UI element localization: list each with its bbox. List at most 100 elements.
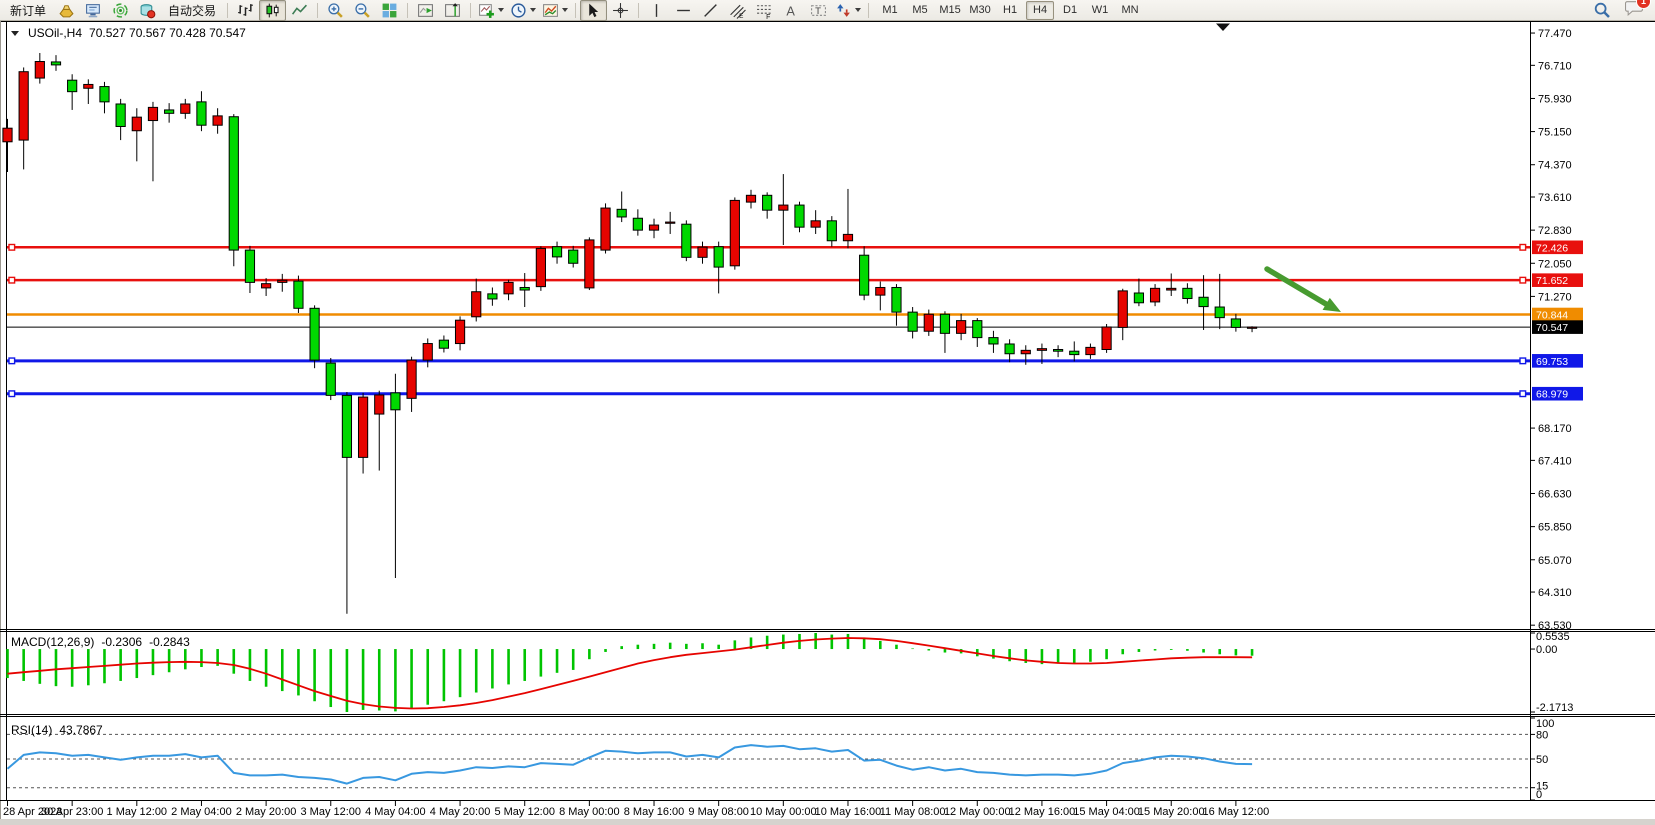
price-level-chip-label: 68.979 <box>1536 389 1568 401</box>
notifications-button[interactable]: 1 <box>1625 0 1644 22</box>
toolbar-separator <box>638 3 639 18</box>
timeframe-button-MN[interactable]: MN <box>1116 1 1144 20</box>
candlestick-down <box>310 308 319 360</box>
tile-windows-icon[interactable] <box>376 0 403 21</box>
auto-scroll-icon[interactable] <box>412 0 439 21</box>
price-axis-label: 76.710 <box>1538 60 1572 72</box>
market-icon[interactable] <box>134 0 161 21</box>
line-chart-icon[interactable] <box>286 0 313 21</box>
zoom-out-icon[interactable] <box>349 0 376 21</box>
chevron-down-icon <box>562 8 568 12</box>
price-axis-label: 67.410 <box>1538 455 1572 467</box>
time-axis-label: 10 May 00:00 <box>750 806 817 818</box>
rsi-axis-label: 0 <box>1536 789 1542 801</box>
time-axis-label: 15 May 04:00 <box>1073 806 1140 818</box>
text-icon[interactable]: A <box>778 0 805 21</box>
chevron-down-icon <box>530 8 536 12</box>
data-window-icon[interactable] <box>80 0 107 21</box>
candlestick-up <box>132 117 141 131</box>
candlestick-down <box>682 224 691 257</box>
candlestick-down <box>1005 344 1014 354</box>
candlestick-down <box>1183 288 1192 298</box>
line-handle[interactable] <box>9 358 15 364</box>
candlestick-down <box>940 314 949 333</box>
candlestick-down <box>1053 349 1062 351</box>
candlestick-up <box>698 247 707 257</box>
timeframe-button-M15[interactable]: M15 <box>936 1 964 20</box>
line-handle[interactable] <box>9 391 15 397</box>
candlestick-up <box>536 248 545 286</box>
crosshair-icon[interactable] <box>607 0 634 21</box>
macd-axis-label: -2.1713 <box>1536 702 1573 714</box>
candlestick-down <box>1199 297 1208 306</box>
chart-menu-icon[interactable] <box>11 31 19 36</box>
line-handle[interactable] <box>1520 358 1526 364</box>
time-axis-label: 4 May 20:00 <box>430 806 491 818</box>
ohlc-quote-label: 70.527 70.567 70.428 70.547 <box>89 26 246 40</box>
line-handle[interactable] <box>1520 244 1526 250</box>
horizontal-line-icon[interactable] <box>670 0 697 21</box>
bar-chart-icon[interactable] <box>232 0 259 21</box>
price-level-chip-label: 72.426 <box>1536 242 1568 254</box>
candlestick-chart-icon[interactable] <box>259 0 286 21</box>
fibonacci-icon[interactable]: F <box>751 0 778 21</box>
line-handle[interactable] <box>9 244 15 250</box>
timeframe-button-H1[interactable]: H1 <box>996 1 1024 20</box>
candlestick-down <box>342 395 351 457</box>
arrows-icon[interactable] <box>832 0 864 21</box>
templates-button[interactable] <box>539 0 571 21</box>
candlestick-up <box>423 344 432 361</box>
text-label-icon[interactable]: T <box>805 0 832 21</box>
equidistant-channel-icon[interactable]: E <box>724 0 751 21</box>
timeframe-toolbar: M1M5M15M30H1H4D1W1MN <box>875 1 1145 20</box>
cursor-icon[interactable] <box>580 0 607 21</box>
candlestick-up <box>262 284 271 288</box>
timeframe-button-D1[interactable]: D1 <box>1056 1 1084 20</box>
main-toolbar: 新订单 自动交易 <box>0 0 1655 21</box>
timeframe-button-H4[interactable]: H4 <box>1026 1 1054 20</box>
time-axis-label: 12 May 00:00 <box>944 806 1011 818</box>
price-axis-label: 77.470 <box>1538 28 1572 40</box>
chart-shift-icon[interactable] <box>439 0 466 21</box>
svg-text:F: F <box>766 14 770 19</box>
candlestick-up <box>358 397 367 457</box>
signals-icon[interactable] <box>107 0 134 21</box>
price-level-chip-label: 71.652 <box>1536 275 1568 287</box>
periods-button[interactable] <box>507 0 539 21</box>
timeframe-button-W1[interactable]: W1 <box>1086 1 1114 20</box>
time-axis-label: 11 May 08:00 <box>880 806 946 818</box>
price-chart-canvas[interactable]: 77.47076.71075.93075.15074.37073.61072.8… <box>0 21 1655 825</box>
candlestick-down <box>763 195 772 210</box>
price-axis-label: 65.070 <box>1538 555 1572 567</box>
line-handle[interactable] <box>1520 391 1526 397</box>
vertical-line-icon[interactable] <box>643 0 670 21</box>
toolbar-separator <box>317 3 318 18</box>
line-handle[interactable] <box>9 277 15 283</box>
trendline-icon[interactable] <box>697 0 724 21</box>
line-handle[interactable] <box>1520 277 1526 283</box>
candlestick-down <box>973 321 982 338</box>
gold-ingot-icon[interactable] <box>53 0 80 21</box>
chart-window[interactable]: 77.47076.71075.93075.15074.37073.61072.8… <box>0 21 1655 825</box>
time-axis-label: 2 May 04:00 <box>171 806 232 818</box>
add-indicator-button[interactable] <box>475 0 507 21</box>
new-order-button[interactable]: 新订单 <box>3 0 53 21</box>
auto-trading-button[interactable]: 自动交易 <box>161 0 223 21</box>
candlestick-up <box>181 104 190 113</box>
macd-signal-value: -0.2843 <box>149 635 190 649</box>
timeframe-button-M1[interactable]: M1 <box>876 1 904 20</box>
candlestick-down <box>827 221 836 241</box>
candlestick-down <box>908 312 917 331</box>
candlestick-up <box>375 395 384 414</box>
time-axis-label: 8 May 00:00 <box>559 806 620 818</box>
timeframe-button-M5[interactable]: M5 <box>906 1 934 20</box>
macd-axis-label: 0.5535 <box>1536 631 1570 643</box>
price-level-chip-label: 70.844 <box>1536 309 1568 321</box>
time-axis-label: 9 May 08:00 <box>688 806 749 818</box>
toolbar-separator <box>227 3 228 18</box>
window-bottom-edge <box>0 819 1655 825</box>
timeframe-button-M30[interactable]: M30 <box>966 1 994 20</box>
candlestick-up <box>843 234 852 240</box>
zoom-in-icon[interactable] <box>322 0 349 21</box>
search-icon[interactable] <box>1588 0 1615 21</box>
